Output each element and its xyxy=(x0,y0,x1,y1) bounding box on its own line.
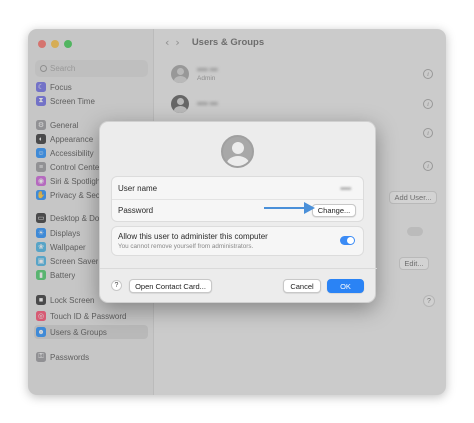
pointer-arrow-icon xyxy=(264,202,315,214)
user-avatar xyxy=(221,135,254,168)
open-contact-card-button[interactable]: Open Contact Card... xyxy=(129,279,212,293)
admin-toggle-note: You cannot remove yourself from administ… xyxy=(118,243,254,250)
username-value: ▪▪▪▪ xyxy=(340,183,351,193)
username-row: User name ▪▪▪▪ xyxy=(112,177,363,199)
account-fields-group: User name ▪▪▪▪ Password Change... xyxy=(111,176,364,222)
cancel-button[interactable]: Cancel xyxy=(283,279,321,293)
admin-toggle[interactable] xyxy=(340,236,355,245)
password-label: Password xyxy=(118,206,154,215)
help-button[interactable]: ? xyxy=(111,280,122,291)
user-details-dialog: User name ▪▪▪▪ Password Change... Allow … xyxy=(99,121,377,303)
ok-button[interactable]: OK xyxy=(327,279,364,293)
username-label: User name xyxy=(118,183,158,193)
change-password-button[interactable]: Change... xyxy=(312,204,356,217)
divider xyxy=(100,268,377,269)
admin-toggle-label: Allow this user to administer this compu… xyxy=(118,232,268,241)
password-row: Password Change... xyxy=(112,199,363,221)
admin-group: Allow this user to administer this compu… xyxy=(111,226,364,256)
